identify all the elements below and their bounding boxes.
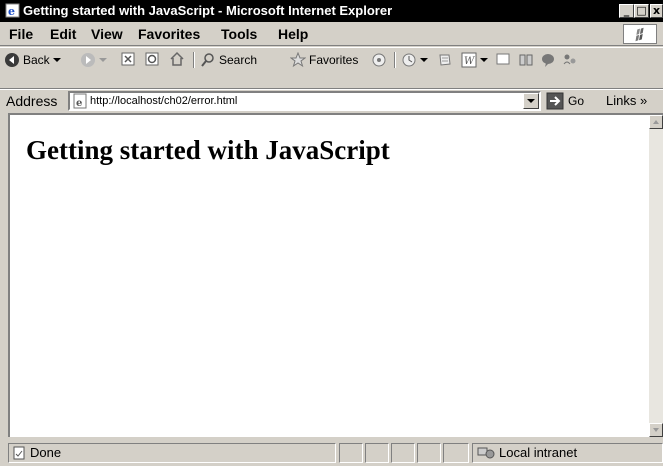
home-icon [170,51,184,66]
history-icon [402,53,416,67]
address-input[interactable] [90,93,520,109]
page-icon: e [73,93,87,109]
star-icon [290,52,306,68]
page-heading: Getting started with JavaScript [26,135,390,165]
msn-people-icon [563,54,576,65]
forward-button[interactable] [80,52,107,68]
page-content[interactable]: Getting started with JavaScript [8,113,663,437]
close-button[interactable]: x [650,4,663,18]
chevron-down-icon [99,58,107,62]
title-bar[interactable]: e Getting started with JavaScript - Micr… [0,0,663,22]
search-icon [201,53,214,67]
address-dropdown-button[interactable] [523,93,539,109]
browser-window: e Getting started with JavaScript - Micr… [0,0,663,466]
favorites-label: Favorites [309,53,359,67]
scroll-up-button[interactable] [649,115,663,129]
go-label: Go [568,94,585,108]
favorites-button[interactable]: Favorites [290,52,358,68]
links-chevron-icon: » [639,93,648,108]
status-panel [417,443,441,463]
mail-icon [439,54,451,66]
page-done-icon [13,446,25,460]
status-bar: Done Local intranet [8,441,663,466]
stop-icon [121,52,135,66]
windows-logo-icon [623,24,657,44]
discuss-button[interactable] [496,52,510,66]
media-button[interactable] [371,52,387,68]
messenger-button[interactable] [540,52,556,68]
status-panel [339,443,363,463]
links-label: Links [606,93,637,108]
word-edit-icon: W [461,52,477,68]
stop-button[interactable] [121,52,135,66]
research-icon [519,54,533,66]
search-button[interactable]: Search [200,52,257,68]
mail-button[interactable] [437,52,453,68]
security-zone-label: Local intranet [499,445,578,460]
status-panel [365,443,389,463]
vertical-scrollbar[interactable] [649,115,663,437]
security-zone-panel[interactable]: Local intranet [472,443,663,463]
status-text: Done [30,445,62,460]
scroll-down-button[interactable] [649,423,663,437]
address-field[interactable]: e [68,91,541,111]
search-label: Search [219,53,258,67]
links-button[interactable]: Links » [606,93,647,108]
back-button[interactable]: Back [4,52,61,68]
msn-button[interactable] [562,52,578,68]
chevron-down-icon [527,99,535,103]
messenger-icon [542,54,554,67]
discuss-icon [496,53,510,65]
ie-page-icon: e [5,3,20,18]
minimize-button[interactable]: _ [619,4,634,18]
svg-text:e: e [8,5,15,18]
research-button[interactable] [518,52,534,68]
svg-text:W: W [464,56,475,67]
home-button[interactable] [169,51,185,67]
status-text-panel: Done [8,443,336,463]
forward-arrow-icon [81,53,95,67]
go-button[interactable]: Go [546,92,584,110]
window-title: Getting started with JavaScript - Micros… [23,3,393,18]
standard-toolbar: Back Search Favorites W [0,47,663,89]
menu-favorites[interactable]: Favorites [138,26,200,42]
refresh-icon [145,52,159,66]
menu-edit[interactable]: Edit [50,26,76,42]
chevron-down-icon [480,58,488,62]
menu-view[interactable]: View [91,26,123,42]
svg-text:e: e [76,98,82,109]
menu-bar: File Edit View Favorites Tools Help [0,22,663,46]
back-arrow-icon [5,53,19,67]
refresh-button[interactable] [145,52,159,66]
status-panel [391,443,415,463]
chevron-down-icon [52,58,61,62]
maximize-button[interactable]: □ [634,4,649,18]
menu-tools[interactable]: Tools [221,26,257,42]
menu-file[interactable]: File [9,26,33,42]
back-label: Back [23,53,50,67]
scroll-up-arrow-icon [653,120,659,124]
media-icon [372,53,386,67]
address-label: Address [6,93,58,109]
status-panel [443,443,469,463]
scroll-down-arrow-icon [653,428,659,432]
chevron-down-icon [420,58,428,62]
history-button[interactable] [401,52,428,68]
edit-button[interactable]: W [461,52,488,68]
menu-help[interactable]: Help [278,26,308,42]
go-arrow-icon [546,92,564,110]
intranet-zone-icon [477,447,495,459]
address-bar: Address e Go Links » [0,89,663,113]
